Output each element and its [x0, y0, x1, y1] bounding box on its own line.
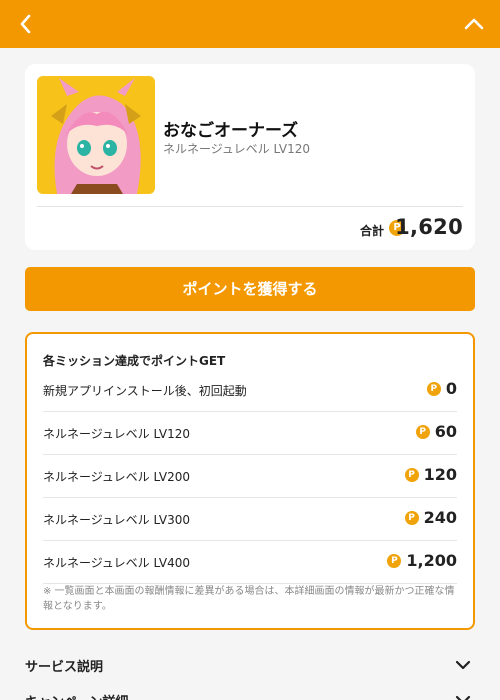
point-coin-icon: P — [415, 424, 430, 439]
point-coin-icon: P — [404, 467, 419, 482]
mission-points-value: 60 — [434, 422, 457, 441]
missions-box: 各ミッション達成でポイントGET 新規アプリインストール後、初回起動 P 0 ネ… — [25, 332, 475, 630]
section-label: サービス説明 — [25, 660, 104, 675]
mission-name: 新規アプリインストール後、初回起動 — [43, 384, 247, 398]
mission-name: ネルネージュレベル LV120 — [43, 427, 190, 441]
reward-note: ※ 一覧画面と本画面の報酬情報に差異がある場合は、本詳細画面の情報が最新かつ正確… — [43, 586, 455, 612]
mission-row: ネルネージュレベル LV300 P 240 — [43, 498, 457, 541]
mission-row: ネルネージュレベル LV400 P 1,200 — [43, 541, 457, 584]
app-title: おなごオーナーズ — [163, 121, 299, 141]
mission-points-value: 0 — [445, 379, 457, 398]
mission-points-value: 1,200 — [406, 551, 457, 570]
chevron-down-icon — [455, 695, 471, 700]
point-coin-icon: P — [426, 381, 441, 396]
mission-points: P 120 — [404, 465, 457, 484]
section-campaign-details[interactable]: キャンペーン詳細 — [25, 688, 475, 700]
get-points-button[interactable]: ポイントを獲得する — [25, 267, 475, 311]
app-icon-image — [37, 76, 155, 194]
mission-points-value: 120 — [423, 465, 457, 484]
total-label: 合計 — [359, 224, 384, 238]
section-service-description[interactable]: サービス説明 — [25, 653, 475, 677]
chevron-up-icon[interactable] — [462, 12, 486, 36]
mission-row: ネルネージュレベル LV200 P 120 — [43, 455, 457, 498]
chevron-left-icon[interactable] — [14, 12, 38, 36]
missions-header: 各ミッション達成でポイントGET — [43, 354, 226, 368]
top-bar — [0, 0, 500, 48]
app-card: おなごオーナーズ ネルネージュレベル LV120 合計 P 1,620 — [25, 64, 475, 250]
point-coin-icon: P — [387, 553, 402, 568]
total-points: 1,620 — [395, 215, 463, 239]
mission-name: ネルネージュレベル LV300 — [43, 513, 190, 527]
chevron-down-icon — [455, 660, 471, 670]
point-coin-icon: P — [404, 510, 419, 525]
mission-points: P 1,200 — [387, 551, 457, 570]
mission-name: ネルネージュレベル LV200 — [43, 470, 190, 484]
mission-points: P 240 — [404, 508, 457, 527]
mission-points-value: 240 — [423, 508, 457, 527]
app-level-label: ネルネージュレベル LV120 — [163, 142, 310, 156]
mission-points: P 0 — [426, 379, 457, 398]
mission-name: ネルネージュレベル LV400 — [43, 556, 190, 570]
divider — [37, 206, 463, 207]
section-label: キャンペーン詳細 — [25, 691, 128, 700]
mission-row: 新規アプリインストール後、初回起動 P 0 — [43, 369, 457, 412]
mission-row: ネルネージュレベル LV120 P 60 — [43, 412, 457, 455]
mission-points: P 60 — [415, 422, 457, 441]
